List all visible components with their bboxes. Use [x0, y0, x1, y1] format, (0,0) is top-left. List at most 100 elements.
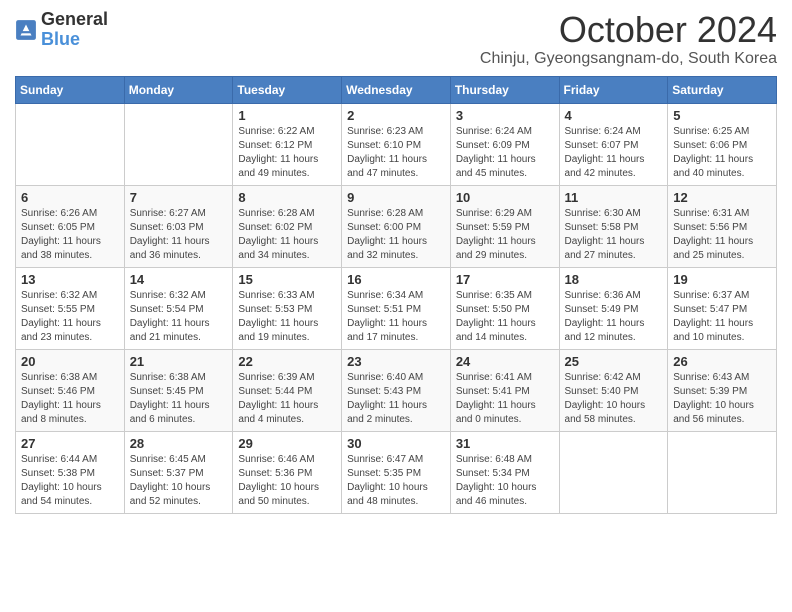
- day-number: 26: [673, 354, 771, 369]
- calendar-table: SundayMondayTuesdayWednesdayThursdayFrid…: [15, 76, 777, 514]
- calendar-cell: 11Sunrise: 6:30 AM Sunset: 5:58 PM Dayli…: [559, 185, 668, 267]
- day-number: 27: [21, 436, 119, 451]
- day-number: 16: [347, 272, 445, 287]
- cell-info: Sunrise: 6:25 AM Sunset: 6:06 PM Dayligh…: [673, 125, 771, 181]
- cell-info: Sunrise: 6:23 AM Sunset: 6:10 PM Dayligh…: [347, 125, 445, 181]
- month-title: October 2024: [480, 10, 777, 50]
- cell-info: Sunrise: 6:43 AM Sunset: 5:39 PM Dayligh…: [673, 371, 771, 427]
- day-number: 28: [130, 436, 228, 451]
- day-of-week-header: Wednesday: [342, 76, 451, 103]
- calendar-cell: 18 Sunrise: 6:36 AM Sunset: 5:49 PM Dayli…: [559, 267, 668, 349]
- logo-icon: [15, 19, 37, 41]
- day-number: 6: [21, 190, 119, 205]
- cell-info: Sunrise: 6:38 AM Sunset: 5:46 PM Dayligh…: [21, 371, 119, 427]
- cell-info: Sunrise: 6:41 AM Sunset: 5:41 PM Dayligh…: [456, 371, 554, 427]
- calendar-cell: 10Sunrise: 6:29 AM Sunset: 5:59 PM Dayli…: [450, 185, 559, 267]
- day-of-week-header: Monday: [124, 76, 233, 103]
- cell-info: Sunrise: 6:33 AM Sunset: 5:53 PM Dayligh…: [238, 289, 336, 345]
- cell-info: Sunrise: 6:45 AM Sunset: 5:37 PM Dayligh…: [130, 453, 228, 509]
- calendar-cell: 7Sunrise: 6:27 AM Sunset: 6:03 PM Daylig…: [124, 185, 233, 267]
- cell-info: Sunrise: 6:24 AM Sunset: 6:09 PM Dayligh…: [456, 125, 554, 181]
- calendar-cell: 28 Sunrise: 6:45 AM Sunset: 5:37 PM Dayli…: [124, 431, 233, 513]
- day-number: 22: [238, 354, 336, 369]
- cell-info: Sunrise: 6:34 AM Sunset: 5:51 PM Dayligh…: [347, 289, 445, 345]
- day-number: 30: [347, 436, 445, 451]
- cell-info: Sunrise: 6:36 AM Sunset: 5:49 PM Dayligh…: [565, 289, 663, 345]
- calendar-cell: 31 Sunrise: 6:48 AM Sunset: 5:34 PM Dayli…: [450, 431, 559, 513]
- day-number: 15: [238, 272, 336, 287]
- day-number: 4: [565, 108, 663, 123]
- day-number: 23: [347, 354, 445, 369]
- calendar-cell: 20Sunrise: 6:38 AM Sunset: 5:46 PM Dayli…: [16, 349, 125, 431]
- logo-text-general: General: [41, 9, 108, 29]
- location-subtitle: Chinju, Gyeongsangnam-do, South Korea: [480, 50, 777, 68]
- cell-info: Sunrise: 6:22 AM Sunset: 6:12 PM Dayligh…: [238, 125, 336, 181]
- calendar-cell: 23Sunrise: 6:40 AM Sunset: 5:43 PM Dayli…: [342, 349, 451, 431]
- calendar-cell: 8 Sunrise: 6:28 AM Sunset: 6:02 PM Daylig…: [233, 185, 342, 267]
- day-number: 5: [673, 108, 771, 123]
- calendar-cell: 4 Sunrise: 6:24 AM Sunset: 6:07 PM Daylig…: [559, 103, 668, 185]
- title-area: October 2024 Chinju, Gyeongsangnam-do, S…: [480, 10, 777, 68]
- calendar-cell: [16, 103, 125, 185]
- calendar-week-row: 20Sunrise: 6:38 AM Sunset: 5:46 PM Dayli…: [16, 349, 777, 431]
- calendar-body: 1 Sunrise: 6:22 AM Sunset: 6:12 PM Daylig…: [16, 103, 777, 513]
- calendar-cell: 26 Sunrise: 6:43 AM Sunset: 5:39 PM Dayli…: [668, 349, 777, 431]
- calendar-cell: 21 Sunrise: 6:38 AM Sunset: 5:45 PM Dayli…: [124, 349, 233, 431]
- cell-info: Sunrise: 6:35 AM Sunset: 5:50 PM Dayligh…: [456, 289, 554, 345]
- day-number: 31: [456, 436, 554, 451]
- calendar-cell: 1 Sunrise: 6:22 AM Sunset: 6:12 PM Daylig…: [233, 103, 342, 185]
- calendar-cell: 29 Sunrise: 6:46 AM Sunset: 5:36 PM Dayli…: [233, 431, 342, 513]
- calendar-cell: 25 Sunrise: 6:42 AM Sunset: 5:40 PM Dayli…: [559, 349, 668, 431]
- day-number: 3: [456, 108, 554, 123]
- day-number: 24: [456, 354, 554, 369]
- cell-info: Sunrise: 6:31 AM Sunset: 5:56 PM Dayligh…: [673, 207, 771, 263]
- day-number: 29: [238, 436, 336, 451]
- calendar-week-row: 13 Sunrise: 6:32 AM Sunset: 5:55 PM Dayli…: [16, 267, 777, 349]
- calendar-cell: 22 Sunrise: 6:39 AM Sunset: 5:44 PM Dayli…: [233, 349, 342, 431]
- cell-info: Sunrise: 6:48 AM Sunset: 5:34 PM Dayligh…: [456, 453, 554, 509]
- cell-info: Sunrise: 6:28 AM Sunset: 6:00 PM Dayligh…: [347, 207, 445, 263]
- calendar-cell: 24 Sunrise: 6:41 AM Sunset: 5:41 PM Dayli…: [450, 349, 559, 431]
- cell-info: Sunrise: 6:46 AM Sunset: 5:36 PM Dayligh…: [238, 453, 336, 509]
- calendar-cell: [559, 431, 668, 513]
- calendar-cell: 12 Sunrise: 6:31 AM Sunset: 5:56 PM Dayli…: [668, 185, 777, 267]
- calendar-cell: 30Sunrise: 6:47 AM Sunset: 5:35 PM Dayli…: [342, 431, 451, 513]
- cell-info: Sunrise: 6:32 AM Sunset: 5:54 PM Dayligh…: [130, 289, 228, 345]
- cell-info: Sunrise: 6:37 AM Sunset: 5:47 PM Dayligh…: [673, 289, 771, 345]
- day-number: 13: [21, 272, 119, 287]
- calendar-cell: 16 Sunrise: 6:34 AM Sunset: 5:51 PM Dayli…: [342, 267, 451, 349]
- day-number: 8: [238, 190, 336, 205]
- day-of-week-header: Friday: [559, 76, 668, 103]
- cell-info: Sunrise: 6:39 AM Sunset: 5:44 PM Dayligh…: [238, 371, 336, 427]
- logo-text-blue: Blue: [41, 29, 80, 49]
- day-number: 17: [456, 272, 554, 287]
- day-of-week-header: Tuesday: [233, 76, 342, 103]
- calendar-week-row: 1 Sunrise: 6:22 AM Sunset: 6:12 PM Daylig…: [16, 103, 777, 185]
- cell-info: Sunrise: 6:26 AM Sunset: 6:05 PM Dayligh…: [21, 207, 119, 263]
- calendar-cell: [668, 431, 777, 513]
- cell-info: Sunrise: 6:42 AM Sunset: 5:40 PM Dayligh…: [565, 371, 663, 427]
- day-number: 18: [565, 272, 663, 287]
- calendar-cell: 14Sunrise: 6:32 AM Sunset: 5:54 PM Dayli…: [124, 267, 233, 349]
- calendar-cell: 2Sunrise: 6:23 AM Sunset: 6:10 PM Daylig…: [342, 103, 451, 185]
- day-number: 1: [238, 108, 336, 123]
- day-of-week-header: Sunday: [16, 76, 125, 103]
- cell-info: Sunrise: 6:24 AM Sunset: 6:07 PM Dayligh…: [565, 125, 663, 181]
- day-number: 25: [565, 354, 663, 369]
- day-number: 21: [130, 354, 228, 369]
- calendar-cell: 6 Sunrise: 6:26 AM Sunset: 6:05 PM Daylig…: [16, 185, 125, 267]
- calendar-cell: 17 Sunrise: 6:35 AM Sunset: 5:50 PM Dayli…: [450, 267, 559, 349]
- logo: General Blue: [15, 10, 108, 50]
- day-number: 12: [673, 190, 771, 205]
- calendar-cell: 9Sunrise: 6:28 AM Sunset: 6:00 PM Daylig…: [342, 185, 451, 267]
- calendar-week-row: 6 Sunrise: 6:26 AM Sunset: 6:05 PM Daylig…: [16, 185, 777, 267]
- cell-info: Sunrise: 6:32 AM Sunset: 5:55 PM Dayligh…: [21, 289, 119, 345]
- calendar-week-row: 27 Sunrise: 6:44 AM Sunset: 5:38 PM Dayli…: [16, 431, 777, 513]
- calendar-cell: 5 Sunrise: 6:25 AM Sunset: 6:06 PM Daylig…: [668, 103, 777, 185]
- cell-info: Sunrise: 6:28 AM Sunset: 6:02 PM Dayligh…: [238, 207, 336, 263]
- cell-info: Sunrise: 6:44 AM Sunset: 5:38 PM Dayligh…: [21, 453, 119, 509]
- cell-info: Sunrise: 6:38 AM Sunset: 5:45 PM Dayligh…: [130, 371, 228, 427]
- day-number: 11: [565, 190, 663, 205]
- calendar-cell: [124, 103, 233, 185]
- day-number: 10: [456, 190, 554, 205]
